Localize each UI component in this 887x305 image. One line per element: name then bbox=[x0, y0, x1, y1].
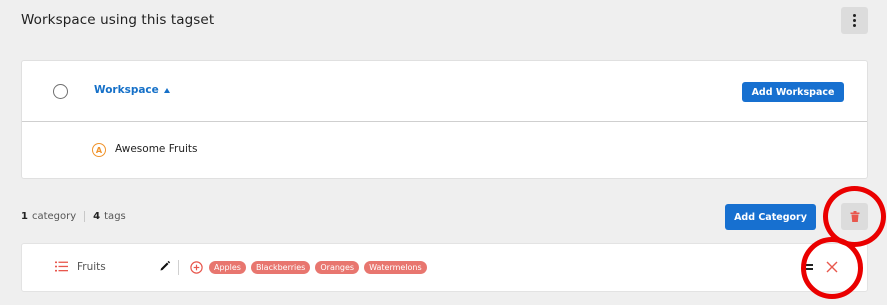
category-count: 1 bbox=[21, 211, 28, 222]
delete-button[interactable] bbox=[841, 203, 868, 230]
drag-handle-icon[interactable] bbox=[805, 264, 813, 270]
workspace-avatar-icon: A bbox=[92, 143, 106, 157]
tag-chip[interactable]: Apples bbox=[209, 261, 246, 274]
tag-count-label: tags bbox=[104, 211, 126, 222]
workspace-name: Awesome Fruits bbox=[115, 143, 198, 155]
add-workspace-button[interactable]: Add Workspace bbox=[742, 82, 844, 102]
list-icon bbox=[55, 261, 68, 272]
pencil-icon[interactable] bbox=[159, 260, 171, 272]
category-count-label: category bbox=[31, 211, 77, 222]
trash-icon bbox=[850, 211, 859, 222]
category-row: Fruits Apples Blackberries Oranges Water… bbox=[21, 243, 868, 292]
select-all-radio[interactable] bbox=[53, 84, 68, 99]
kebab-icon bbox=[853, 14, 856, 17]
workspace-column-sort[interactable]: Workspace bbox=[94, 84, 170, 96]
tag-chip[interactable]: Watermelons bbox=[364, 261, 427, 274]
category-name: Fruits bbox=[77, 261, 106, 273]
tag-list: Apples Blackberries Oranges Watermelons bbox=[209, 261, 427, 274]
workspace-column-label: Workspace bbox=[94, 84, 159, 96]
workspace-table: Workspace Add Workspace A Awesome Fruits bbox=[21, 60, 868, 179]
tag-chip[interactable]: Oranges bbox=[315, 261, 360, 274]
tagset-summary: 1 category 4 tags bbox=[21, 211, 126, 222]
plus-circle-icon[interactable] bbox=[190, 261, 203, 274]
workspace-table-header: Workspace Add Workspace bbox=[22, 61, 867, 122]
close-icon[interactable] bbox=[825, 260, 839, 274]
table-row[interactable]: A Awesome Fruits bbox=[22, 123, 867, 179]
page-title: Workspace using this tagset bbox=[21, 12, 215, 28]
tag-count: 4 bbox=[93, 211, 101, 222]
category-divider bbox=[178, 260, 179, 275]
tag-chip[interactable]: Blackberries bbox=[250, 261, 311, 274]
more-options-button[interactable] bbox=[841, 7, 868, 34]
sort-ascending-icon bbox=[163, 87, 170, 93]
add-category-button[interactable]: Add Category bbox=[725, 204, 816, 230]
summary-divider bbox=[84, 211, 86, 222]
